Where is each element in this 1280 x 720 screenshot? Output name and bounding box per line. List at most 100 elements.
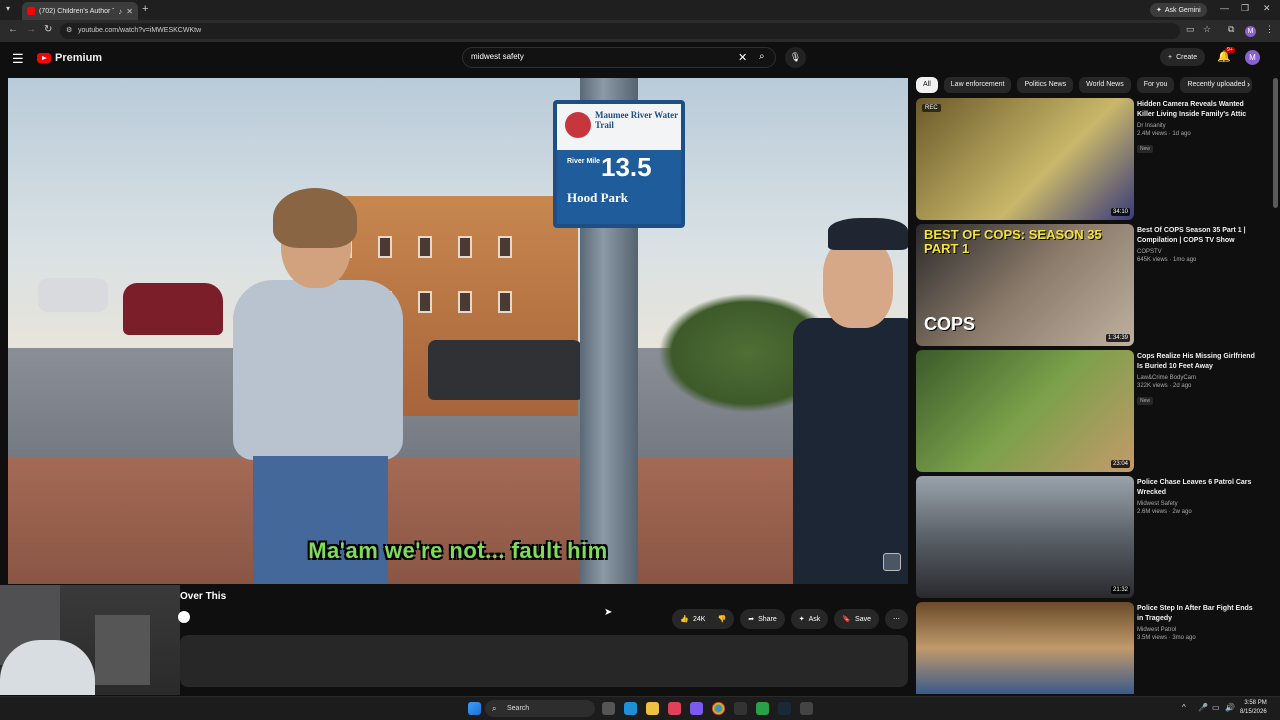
sign-mile-label: River Mile — [567, 158, 601, 165]
tab-title: (702) Children's Author Th — [39, 7, 115, 15]
address-bar[interactable]: ⚙ youtube.com/watch?v=iMWESKCWKtw — [60, 23, 1180, 39]
sign-name: Maumee River Water Trail — [595, 110, 678, 130]
tab-close-icon[interactable]: ✕ — [126, 7, 133, 16]
rec-channel[interactable]: Midwest Safety — [1137, 501, 1257, 507]
youtube-logo[interactable]: Premium — [37, 52, 102, 64]
file-explorer-icon[interactable] — [646, 702, 659, 715]
duration-badge: 1:34:39 — [1105, 334, 1130, 342]
sign-park: Hood Park — [567, 190, 629, 205]
notification-count-badge: 9+ — [1225, 47, 1235, 53]
video-player[interactable]: Maumee River Water Trail River Mile 13.5… — [8, 78, 908, 584]
video-thumbnail[interactable]: REC 34:10 — [916, 98, 1134, 220]
network-icon[interactable]: ▭ — [1212, 703, 1220, 712]
taskbar-search[interactable]: ⌕ Search — [485, 700, 595, 717]
chip-all[interactable]: All — [916, 77, 938, 93]
volume-icon[interactable]: 🔊 — [1225, 703, 1235, 712]
recommendation-item[interactable]: BEST OF COPS: SEASON 35 PART 1 COPS 1:34… — [916, 224, 1276, 346]
steam-icon[interactable] — [778, 702, 791, 715]
ask-button[interactable]: ✦ Ask — [790, 609, 829, 629]
chip-for-you[interactable]: For you — [1136, 77, 1175, 93]
bookmark-star-icon[interactable]: ☆ — [1203, 24, 1211, 35]
browser-profile-avatar[interactable]: M — [1245, 26, 1256, 37]
more-actions-button[interactable]: ⋯ — [885, 609, 908, 629]
back-icon[interactable]: ← — [8, 24, 18, 35]
create-button[interactable]: + Create — [1160, 48, 1206, 66]
chip-law-enforcement[interactable]: Law enforcement — [943, 77, 1012, 93]
duration-badge: 23:04 — [1110, 460, 1130, 468]
rec-channel[interactable]: Law&Crime BodyCam — [1137, 375, 1257, 381]
like-button[interactable]: 👍 24K 👎 — [672, 609, 735, 629]
menu-icon[interactable]: ☰ — [12, 51, 24, 67]
ask-gemini-label: Ask Gemini — [1164, 6, 1201, 14]
recommendation-item[interactable]: 23:04 Cops Realize His Missing Girlfrien… — [916, 350, 1276, 472]
tab-search-icon[interactable]: ▾ — [6, 4, 10, 13]
maximize-icon[interactable]: ❐ — [1241, 3, 1249, 14]
share-button[interactable]: ➦ Share — [740, 609, 785, 629]
app-icon[interactable] — [690, 702, 703, 715]
ask-gemini-button[interactable]: ✦ Ask Gemini — [1150, 3, 1207, 17]
music-app-icon[interactable] — [668, 702, 681, 715]
new-tab-button[interactable]: + — [142, 3, 148, 15]
browser-tab[interactable]: (702) Children's Author Th ♪ ✕ — [22, 2, 138, 20]
rec-title[interactable]: Best Of COPS Season 35 Part 1 | Compilat… — [1137, 226, 1257, 246]
chip-recently-uploaded[interactable]: Recently uploaded — [1180, 77, 1253, 93]
video-thumbnail[interactable]: BEST OF COPS: SEASON 35 PART 1 COPS 1:34… — [916, 224, 1134, 346]
video-thumbnail[interactable]: 23:04 — [916, 350, 1134, 472]
task-view-icon[interactable] — [602, 702, 615, 715]
recommendation-item[interactable]: Police Step In After Bar Fight Ends in T… — [916, 602, 1276, 694]
save-button[interactable]: 🔖 Save — [834, 609, 879, 629]
description-box[interactable] — [180, 635, 908, 687]
duration-badge: 21:32 — [1110, 586, 1130, 594]
rec-title[interactable]: Police Step In After Bar Fight Ends in T… — [1137, 604, 1257, 624]
chip-world-news[interactable]: World News — [1079, 77, 1131, 93]
channel-avatar[interactable] — [178, 611, 190, 623]
search-input[interactable]: midwest safety — [471, 52, 524, 61]
windows-start-icon[interactable] — [468, 702, 481, 715]
ask-label: Ask — [808, 615, 821, 623]
recommendation-item[interactable]: REC 34:10 Hidden Camera Reveals Wanted K… — [916, 98, 1276, 220]
video-info: Over This 👍 24K 👎 ➦ Share ✦ Ask 🔖 Save ⋯ — [178, 585, 908, 690]
video-thumbnail[interactable] — [916, 602, 1134, 694]
reload-icon[interactable]: ↻ — [44, 24, 52, 35]
more-icon: ⋯ — [893, 616, 900, 623]
account-avatar[interactable]: M — [1245, 50, 1260, 65]
bookmark-icon: 🔖 — [842, 616, 852, 623]
rec-channel[interactable]: Dr Insanity — [1137, 123, 1257, 129]
video-thumbnail[interactable]: 21:32 — [916, 476, 1134, 598]
gemini-icon: ✦ — [1156, 7, 1162, 14]
tab-audio-icon[interactable]: ♪ — [118, 7, 122, 16]
recommendation-item[interactable]: 21:32 Police Chase Leaves 6 Patrol Cars … — [916, 476, 1276, 598]
mic-tray-icon[interactable]: 🎤 — [1198, 703, 1208, 712]
rec-channel[interactable]: Midwest Patrol — [1137, 627, 1257, 633]
search-icon[interactable]: ⌕ — [759, 51, 765, 62]
clear-search-icon[interactable]: ✕ — [738, 51, 747, 64]
rec-title[interactable]: Cops Realize His Missing Girlfriend Is B… — [1137, 352, 1257, 372]
tray-chevron-icon[interactable]: ^ — [1182, 703, 1186, 712]
window-close-icon[interactable]: ✕ — [1263, 3, 1271, 14]
chrome-icon[interactable] — [712, 702, 725, 715]
install-icon[interactable]: ▭ — [1186, 24, 1195, 35]
rec-title[interactable]: Hidden Camera Reveals Wanted Killer Livi… — [1137, 100, 1257, 120]
rec-meta: 645K views · 1mo ago — [1137, 257, 1197, 263]
edge-icon[interactable] — [624, 702, 637, 715]
clock-time: 3:58 PM — [1244, 700, 1267, 706]
app-icon[interactable] — [734, 702, 747, 715]
xbox-icon[interactable] — [756, 702, 769, 715]
search-box[interactable]: midwest safety ✕ ⌕ — [462, 47, 776, 68]
forward-icon[interactable]: → — [26, 24, 36, 35]
voice-search-icon[interactable]: 🎙 — [785, 47, 806, 68]
minimize-icon[interactable]: — — [1220, 3, 1229, 13]
system-clock[interactable]: 3:58 PM 8/15/2026 — [1240, 699, 1267, 717]
chip-politics-news[interactable]: Politics News — [1017, 77, 1074, 93]
site-info-icon[interactable]: ⚙ — [66, 23, 72, 39]
dislike-icon[interactable]: 👎 — [717, 615, 726, 623]
extensions-icon[interactable]: ⧉ — [1228, 24, 1234, 35]
rec-channel[interactable]: COPSTV — [1137, 249, 1257, 255]
clock-date: 8/15/2026 — [1240, 709, 1267, 715]
browser-menu-icon[interactable]: ⋮ — [1265, 24, 1274, 35]
app-icon[interactable] — [800, 702, 813, 715]
channel-watermark-icon[interactable] — [883, 553, 901, 571]
rec-meta: 2.4M views · 1d ago — [1137, 131, 1191, 137]
chevron-right-icon[interactable]: › — [1247, 79, 1250, 89]
rec-title[interactable]: Police Chase Leaves 6 Patrol Cars Wrecke… — [1137, 478, 1257, 498]
